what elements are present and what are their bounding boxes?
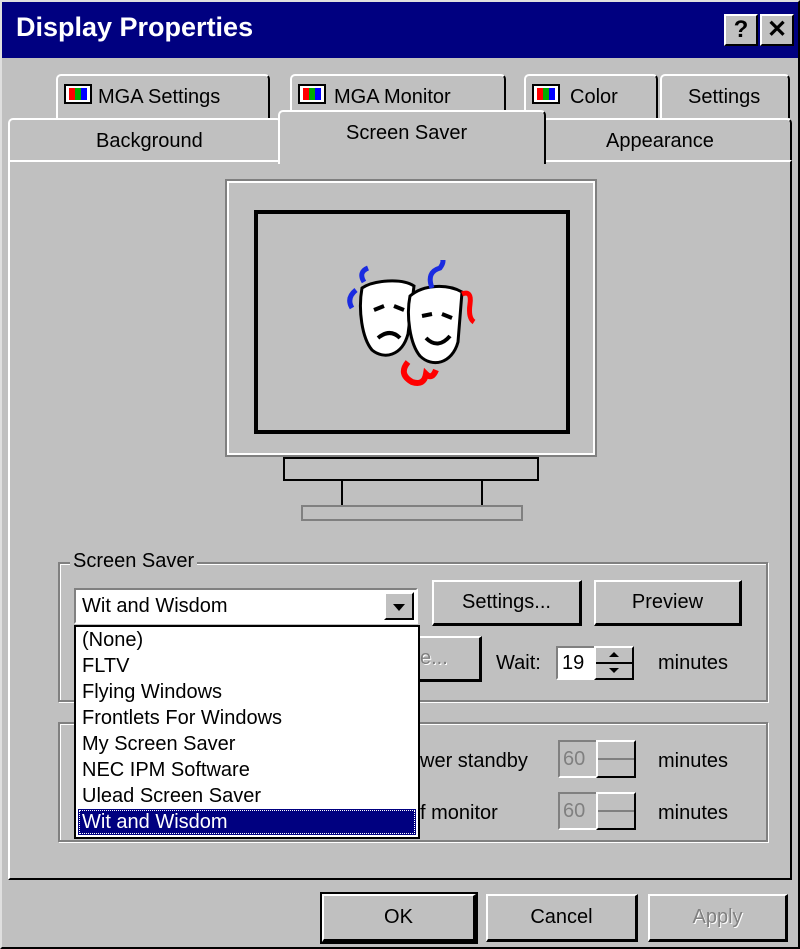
tab-mga-settings[interactable]: MGA Settings <box>56 74 270 118</box>
list-item[interactable]: FLTV <box>78 653 416 679</box>
tab-label: Settings <box>688 86 761 108</box>
list-item[interactable]: NEC IPM Software <box>78 757 416 783</box>
tab-screen-saver[interactable]: Screen Saver <box>278 110 546 164</box>
wait-spinner[interactable] <box>594 646 634 680</box>
chevron-down-icon <box>393 604 405 611</box>
list-item[interactable]: Flying Windows <box>78 679 416 705</box>
spinner-divider <box>596 662 632 664</box>
apply-button[interactable]: Apply <box>648 894 788 942</box>
cancel-button[interactable]: Cancel <box>486 894 638 942</box>
tab-label: Appearance <box>606 130 714 152</box>
monitor-off-input[interactable]: 60 <box>558 792 598 830</box>
close-button[interactable]: ✕ <box>760 14 794 46</box>
list-item[interactable]: Frontlets For Windows <box>78 705 416 731</box>
tab-settings[interactable]: Settings <box>660 74 790 118</box>
tab-background[interactable]: Background <box>8 118 282 162</box>
tab-label: Color <box>570 86 618 108</box>
screen-saver-select-value: Wit and Wisdom <box>82 595 228 617</box>
display-properties-window: Display Properties ? ✕ MGA Settings MGA … <box>0 0 800 949</box>
spinner-divider <box>598 758 634 760</box>
mga-icon <box>532 84 560 104</box>
password-protected-button[interactable]: e... <box>416 636 482 682</box>
monitor-off-minutes-label: minutes <box>658 802 729 824</box>
window-title: Display Properties <box>16 12 254 42</box>
spinner-divider <box>598 810 634 812</box>
spin-up-icon <box>609 652 619 657</box>
screen-saver-select[interactable]: Wit and Wisdom <box>74 588 418 624</box>
list-item-selected[interactable]: Wit and Wisdom <box>78 809 416 835</box>
mga-icon <box>298 84 326 104</box>
wait-label: Wait: <box>496 652 541 674</box>
tab-label: Screen Saver <box>346 122 468 144</box>
monitor-off-value: 60 <box>563 800 586 822</box>
theatre-masks-icon <box>347 260 476 386</box>
screen-saver-group-label: Screen Saver <box>70 550 198 573</box>
standby-input[interactable]: 60 <box>558 740 598 778</box>
ok-button[interactable]: OK <box>320 892 478 944</box>
help-button[interactable]: ? <box>724 14 758 46</box>
standby-value: 60 <box>563 748 586 770</box>
standby-minutes-label: minutes <box>658 750 729 772</box>
list-item[interactable]: Ulead Screen Saver <box>78 783 416 809</box>
tab-label: Background <box>96 130 203 152</box>
wait-value: 19 <box>562 652 585 674</box>
tab-label: MGA Settings <box>98 86 221 108</box>
wait-input[interactable]: 19 <box>556 646 596 680</box>
wait-minutes-label: minutes <box>658 652 729 674</box>
list-item[interactable]: My Screen Saver <box>78 731 416 757</box>
spin-down-icon <box>609 668 619 673</box>
list-item[interactable]: (None) <box>78 627 416 653</box>
preview-button[interactable]: Preview <box>594 580 742 626</box>
tab-appearance[interactable]: Appearance <box>542 118 792 162</box>
monitor-off-spinner[interactable] <box>596 792 636 830</box>
standby-spinner[interactable] <box>596 740 636 778</box>
screen-saver-dropdown-list[interactable]: (None) FLTV Flying Windows Frontlets For… <box>74 625 420 839</box>
monitor-off-label: f monitor <box>420 802 498 824</box>
settings-button[interactable]: Settings... <box>432 580 582 626</box>
standby-label: wer standby <box>420 750 528 772</box>
mga-icon <box>64 84 92 104</box>
tab-label: MGA Monitor <box>334 86 451 108</box>
title-bar: Display Properties ? ✕ <box>2 2 798 58</box>
dropdown-arrow-button[interactable] <box>384 592 414 620</box>
